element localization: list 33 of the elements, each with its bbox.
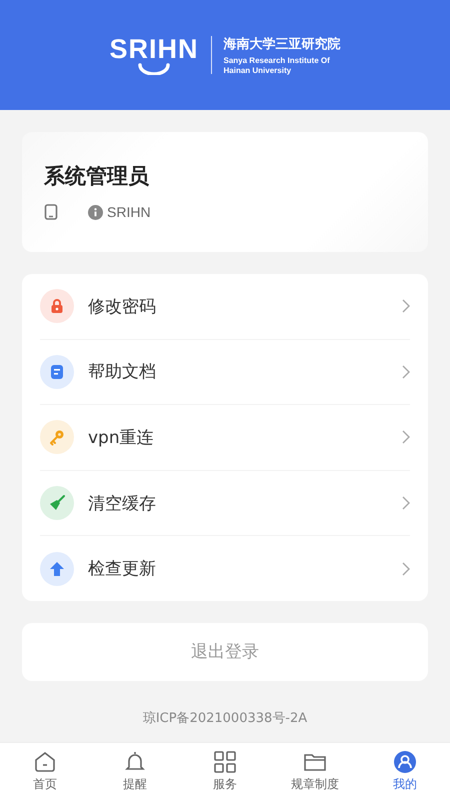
tab[interactable]: 我的 xyxy=(360,743,450,800)
user-icon xyxy=(393,750,417,774)
up-arrow-icon xyxy=(49,560,65,577)
chevron-right-icon xyxy=(402,562,410,576)
document-icon xyxy=(49,364,65,380)
lock-icon xyxy=(49,298,65,314)
user-name: 系统管理员 xyxy=(44,163,149,190)
chevron-right-icon xyxy=(402,496,410,510)
home-icon xyxy=(33,750,57,774)
tab[interactable]: 首页 xyxy=(0,743,90,800)
tab[interactable]: 提醒 xyxy=(90,743,180,800)
institute-name: 海南大学三亚研究院 xyxy=(224,36,340,52)
institute-name-english: Hainan University xyxy=(224,66,292,76)
menu-item[interactable]: 帮助文档 xyxy=(88,360,402,384)
tab[interactable]: 服务 xyxy=(180,743,270,800)
tab[interactable]: 规章制度 xyxy=(270,743,360,800)
chevron-right-icon xyxy=(402,430,410,444)
menu-item[interactable]: 清空缓存 xyxy=(88,492,402,515)
menu-item[interactable]: 修改密码 xyxy=(88,294,402,318)
chevron-right-icon xyxy=(402,364,410,379)
broom-icon xyxy=(48,494,66,512)
info-icon xyxy=(88,204,103,220)
icp-number: 琼ICP备2021000338号-2A xyxy=(142,710,308,727)
smile-icon xyxy=(136,63,171,75)
menu-item[interactable]: 检查更新 xyxy=(88,557,402,580)
logo-text: SRIHN xyxy=(109,35,198,63)
institute-name-english: Sanya Research Institute Of xyxy=(224,56,331,66)
chevron-right-icon xyxy=(402,299,410,314)
menu-item[interactable]: vpn重连 xyxy=(88,426,402,449)
grid-icon xyxy=(213,750,237,774)
tablet-icon xyxy=(44,204,58,220)
organization-label: SRIHN xyxy=(107,204,151,220)
key-icon xyxy=(48,428,66,446)
